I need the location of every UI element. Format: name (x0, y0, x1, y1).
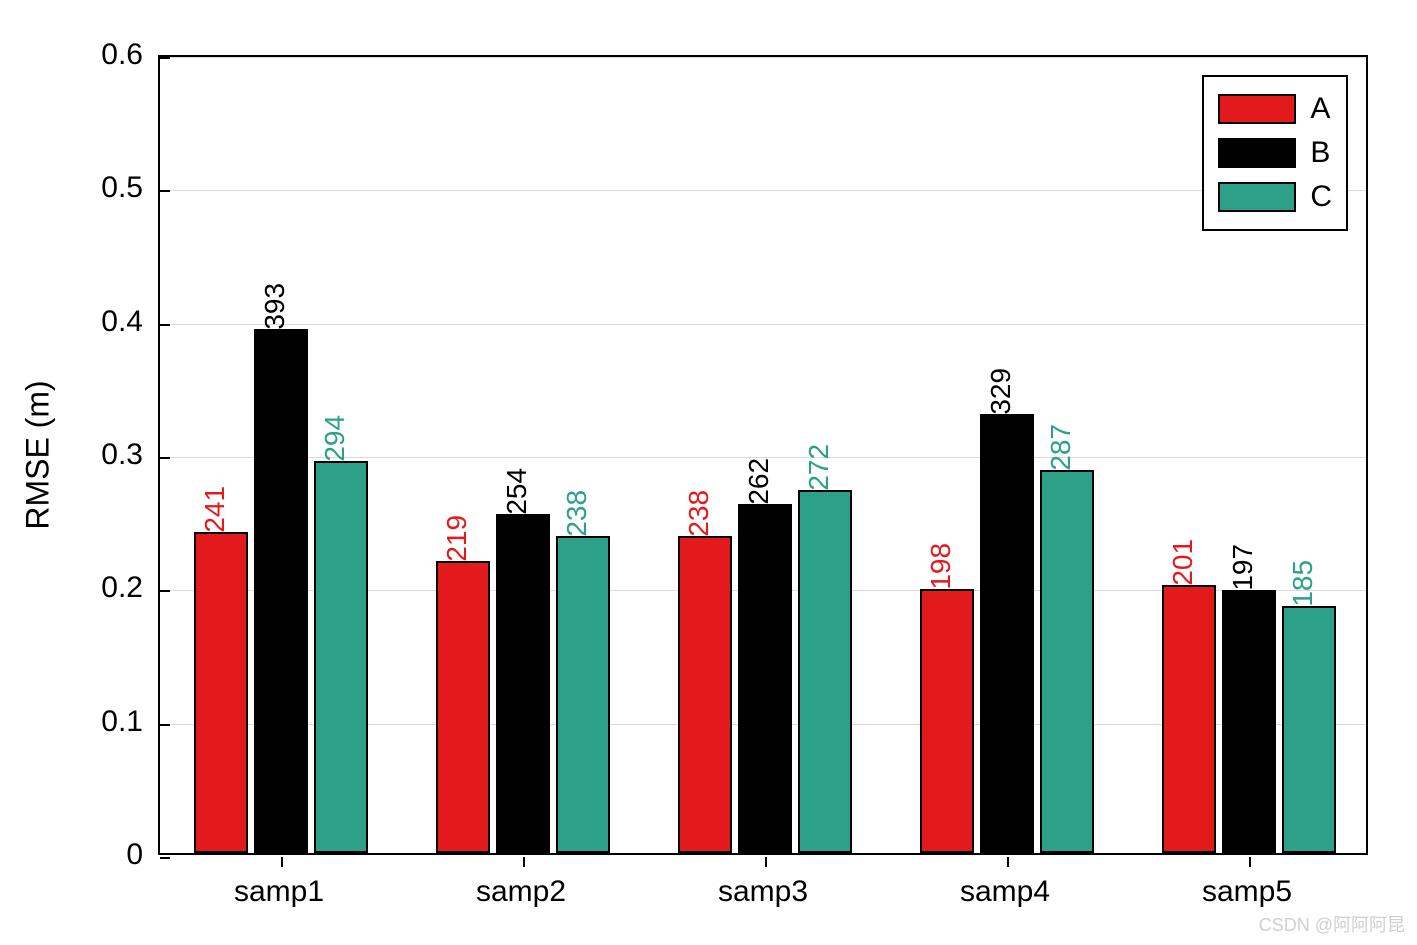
bar-B (1222, 590, 1276, 853)
ytick-label: 0.6 (83, 38, 143, 72)
xtick-label: samp3 (718, 875, 808, 909)
bar-label: 0.294 (319, 415, 351, 485)
bar-label: 0.329 (985, 368, 1017, 438)
watermark: CSDN @阿阿阿昆 (1259, 911, 1405, 937)
legend-text: A (1310, 92, 1330, 126)
bar-label: 0.262 (743, 458, 775, 528)
bar-C (1040, 470, 1094, 853)
bar-label: 0.185 (1287, 560, 1319, 630)
chart-stage: 0 0.1 0.2 0.3 0.4 0.5 0.6 RMSE (m) samp1 0.241 0.3… (0, 0, 1417, 945)
ytick-mark (160, 457, 170, 459)
legend-swatch (1218, 94, 1296, 124)
bar-C (1282, 606, 1336, 853)
ytick-label: 0.5 (83, 171, 143, 205)
xtick-label: samp4 (960, 875, 1050, 909)
xtick-mark (765, 857, 767, 867)
bar-B (496, 514, 550, 853)
ytick-label: 0.2 (83, 571, 143, 605)
legend-row: C (1218, 175, 1332, 219)
bar-label: 0.287 (1045, 424, 1077, 494)
bar-label: 0.393 (259, 283, 291, 353)
bar-A (920, 589, 974, 853)
legend-swatch (1218, 182, 1296, 212)
legend-row: B (1218, 131, 1332, 175)
bar-label: 0.219 (441, 515, 473, 585)
legend-text: C (1310, 180, 1332, 214)
bar-C (556, 536, 610, 853)
bar-label: 0.254 (501, 468, 533, 538)
bar-B (980, 414, 1034, 853)
ytick-label: 0 (83, 838, 143, 872)
ytick-mark (160, 857, 170, 859)
xtick-label: samp5 (1202, 875, 1292, 909)
xtick-label: samp2 (476, 875, 566, 909)
xtick-mark (1007, 857, 1009, 867)
bar-label: 0.241 (199, 486, 231, 556)
ytick-mark (160, 590, 170, 592)
bar-B (738, 504, 792, 853)
bar-A (1162, 585, 1216, 853)
bar-label: 0.198 (925, 543, 957, 613)
bar-C (314, 461, 368, 853)
xtick-mark (1249, 857, 1251, 867)
ytick-mark (160, 324, 170, 326)
ytick-mark (160, 724, 170, 726)
xtick-mark (523, 857, 525, 867)
ytick-mark (160, 190, 170, 192)
bar-C (798, 490, 852, 853)
legend-text: B (1310, 136, 1330, 170)
bar-label: 0.197 (1227, 544, 1259, 614)
gridline (160, 324, 1366, 325)
ytick-label: 0.3 (83, 438, 143, 472)
bar-B (254, 329, 308, 853)
ytick-mark (160, 57, 170, 59)
legend: ABC (1202, 75, 1348, 231)
bar-A (436, 561, 490, 853)
y-axis-label: RMSE (m) (20, 380, 57, 529)
bar-A (678, 536, 732, 853)
xtick-label: samp1 (234, 875, 324, 909)
ytick-label: 0.4 (83, 305, 143, 339)
ytick-label: 0.1 (83, 705, 143, 739)
legend-swatch (1218, 138, 1296, 168)
legend-row: A (1218, 87, 1332, 131)
xtick-mark (281, 857, 283, 867)
gridline (160, 190, 1366, 191)
bar-A (194, 532, 248, 853)
bar-label: 0.272 (803, 444, 835, 514)
gridline (160, 57, 1366, 58)
bar-label: 0.238 (561, 490, 593, 560)
bar-label: 0.238 (683, 490, 715, 560)
bar-label: 0.201 (1167, 539, 1199, 609)
